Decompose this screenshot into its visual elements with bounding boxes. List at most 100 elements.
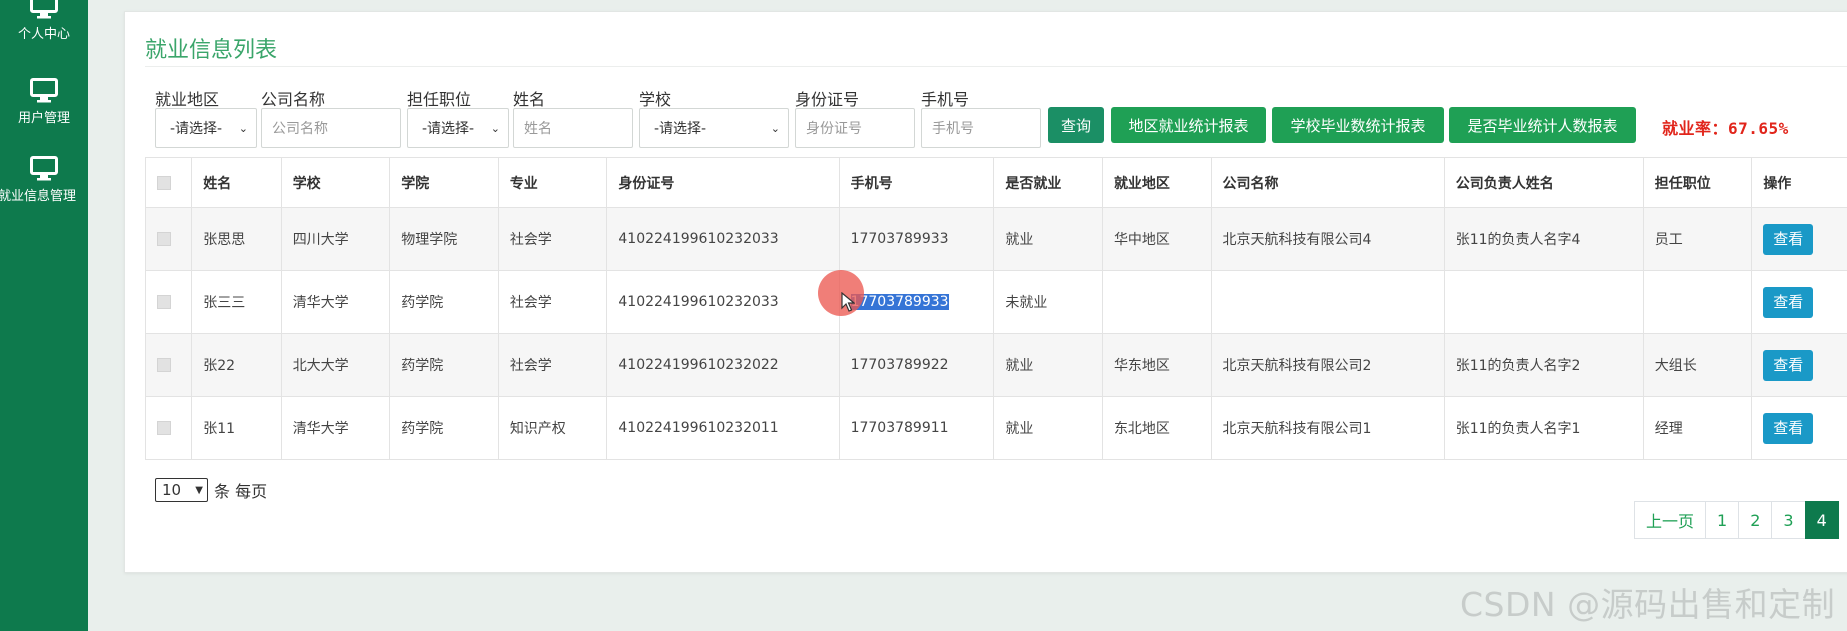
school-select[interactable]: -请选择- ⌄ bbox=[639, 108, 789, 148]
row-checkbox[interactable] bbox=[157, 358, 171, 372]
cell-actions: 查看 bbox=[1751, 333, 1847, 397]
page-button-1[interactable]: 1 bbox=[1705, 501, 1740, 539]
page-button-3[interactable]: 3 bbox=[1771, 501, 1806, 539]
selected-phone-text[interactable]: 17703789933 bbox=[850, 294, 949, 310]
column-header[interactable]: 身份证号 bbox=[606, 157, 840, 208]
column-header[interactable]: 是否就业 bbox=[993, 157, 1103, 208]
cell-college: 药学院 bbox=[389, 333, 499, 397]
chevron-down-icon: ⌄ bbox=[238, 121, 248, 135]
cell-company bbox=[1210, 270, 1445, 334]
cell-position: 大组长 bbox=[1642, 333, 1753, 397]
school-report-button[interactable]: 学校毕业数统计报表 bbox=[1272, 107, 1444, 143]
cell-employed: 就业 bbox=[993, 333, 1103, 397]
select-all-checkbox[interactable] bbox=[157, 175, 171, 190]
cell-actions: 查看 bbox=[1751, 207, 1847, 271]
page-button-2[interactable]: 2 bbox=[1738, 501, 1773, 539]
monitor-icon bbox=[30, 0, 58, 19]
position-select[interactable]: -请选择- ⌄ bbox=[407, 108, 509, 148]
cell-employed: 就业 bbox=[993, 207, 1103, 271]
query-button[interactable]: 查询 bbox=[1048, 107, 1104, 143]
mouse-cursor-icon bbox=[841, 292, 855, 312]
view-button[interactable]: 查看 bbox=[1763, 412, 1814, 444]
cell-employed: 就业 bbox=[993, 396, 1103, 460]
sidebar-item-label: 个人中心 bbox=[17, 27, 70, 42]
cell-phone: 17703789911 bbox=[838, 396, 995, 460]
table-row: 张三三 清华大学 药学院 社会学 410224199610232033 1770… bbox=[144, 270, 1847, 334]
chevron-down-icon: ⌄ bbox=[490, 121, 500, 135]
cell-region: 东北地区 bbox=[1101, 396, 1212, 460]
cell-name: 张三三 bbox=[191, 270, 282, 334]
column-header[interactable]: 就业地区 bbox=[1101, 157, 1212, 208]
cell-school: 四川大学 bbox=[280, 207, 391, 271]
view-button[interactable]: 查看 bbox=[1763, 349, 1814, 381]
cell-major: 社会学 bbox=[497, 270, 608, 334]
cell-region: 华中地区 bbox=[1101, 207, 1212, 271]
row-checkbox[interactable] bbox=[157, 232, 171, 246]
column-header[interactable]: 学校 bbox=[280, 157, 391, 208]
cell-company: 北京天航科技有限公司1 bbox=[1210, 396, 1445, 460]
cell-actions: 查看 bbox=[1751, 396, 1847, 460]
view-button[interactable]: 查看 bbox=[1763, 223, 1814, 255]
id-card-input[interactable]: 身份证号 bbox=[795, 108, 915, 148]
page-button-4[interactable]: 4 bbox=[1804, 501, 1839, 539]
sidebar-item-label: 就业信息管理 bbox=[0, 189, 76, 204]
row-select-cell bbox=[144, 207, 193, 271]
prev-page-button[interactable]: 上一页 bbox=[1634, 501, 1707, 539]
name-input[interactable]: 姓名 bbox=[513, 108, 633, 148]
column-header[interactable]: 手机号 bbox=[838, 157, 995, 208]
column-header[interactable]: 学院 bbox=[389, 157, 499, 208]
title-divider bbox=[145, 66, 1847, 67]
row-checkbox[interactable] bbox=[157, 421, 171, 435]
page-size-value: 10 bbox=[162, 481, 182, 499]
cell-actions: 查看 bbox=[1751, 270, 1847, 334]
cell-id-card: 410224199610232033 bbox=[606, 270, 840, 334]
row-select-cell bbox=[144, 270, 193, 334]
column-header[interactable]: 专业 bbox=[497, 157, 608, 208]
company-input[interactable]: 公司名称 bbox=[261, 108, 401, 148]
cell-manager: 张11的负责人名字4 bbox=[1443, 207, 1644, 271]
region-filter-label: 就业地区 bbox=[155, 90, 220, 109]
column-header[interactable]: 公司名称 bbox=[1210, 157, 1445, 208]
monitor-icon bbox=[30, 156, 58, 181]
id-card-input-placeholder: 身份证号 bbox=[806, 121, 862, 137]
cell-college: 药学院 bbox=[389, 270, 499, 334]
row-checkbox[interactable] bbox=[157, 295, 171, 309]
cell-position: 员工 bbox=[1642, 207, 1753, 271]
table-row: 张思思 四川大学 物理学院 社会学 410224199610232033 177… bbox=[144, 207, 1847, 271]
pagination: 上一页 1 2 3 4 bbox=[1634, 501, 1839, 539]
region-select[interactable]: -请选择- ⌄ bbox=[155, 108, 257, 148]
sidebar-item-personal-center[interactable]: 个人中心 bbox=[0, 0, 88, 42]
id-card-filter-label: 身份证号 bbox=[795, 90, 860, 109]
cell-company: 北京天航科技有限公司4 bbox=[1210, 207, 1445, 271]
column-header: 操作 bbox=[1751, 157, 1847, 208]
cell-position: 经理 bbox=[1642, 396, 1753, 460]
view-button[interactable]: 查看 bbox=[1763, 286, 1814, 318]
position-filter-label: 担任职位 bbox=[407, 90, 472, 109]
cell-manager: 张11的负责人名字2 bbox=[1443, 333, 1644, 397]
cell-phone: 17703789933 bbox=[838, 270, 995, 334]
school-filter-label: 学校 bbox=[639, 90, 672, 109]
phone-input[interactable]: 手机号 bbox=[921, 108, 1041, 148]
cell-position bbox=[1642, 270, 1753, 334]
school-select-value: -请选择- bbox=[654, 121, 707, 137]
page-size-select[interactable]: 10 ▼ bbox=[155, 478, 208, 502]
cell-major: 知识产权 bbox=[497, 396, 608, 460]
column-header[interactable]: 公司负责人姓名 bbox=[1443, 157, 1644, 208]
column-header[interactable]: 姓名 bbox=[191, 157, 282, 208]
table-header-row: 姓名 学校 学院 专业 身份证号 手机号 是否就业 就业地区 公司名称 公司负责… bbox=[144, 157, 1847, 208]
cell-phone: 17703789933 bbox=[838, 207, 995, 271]
cell-name: 张11 bbox=[191, 396, 282, 460]
employed-report-button[interactable]: 是否毕业统计人数报表 bbox=[1449, 107, 1636, 143]
cell-manager bbox=[1443, 270, 1644, 334]
cell-region: 华东地区 bbox=[1101, 333, 1212, 397]
column-header[interactable]: 担任职位 bbox=[1642, 157, 1753, 208]
region-select-value: -请选择- bbox=[170, 121, 223, 137]
sidebar-item-employment-info[interactable]: 就业信息管理 bbox=[0, 156, 88, 204]
cell-school: 清华大学 bbox=[280, 396, 391, 460]
cell-region bbox=[1101, 270, 1212, 334]
employment-table: 姓名 学校 学院 专业 身份证号 手机号 是否就业 就业地区 公司名称 公司负责… bbox=[144, 157, 1847, 460]
phone-input-placeholder: 手机号 bbox=[932, 121, 974, 137]
sidebar-item-user-management[interactable]: 用户管理 bbox=[0, 78, 88, 126]
region-report-button[interactable]: 地区就业统计报表 bbox=[1111, 107, 1266, 143]
cell-employed: 未就业 bbox=[993, 270, 1103, 334]
